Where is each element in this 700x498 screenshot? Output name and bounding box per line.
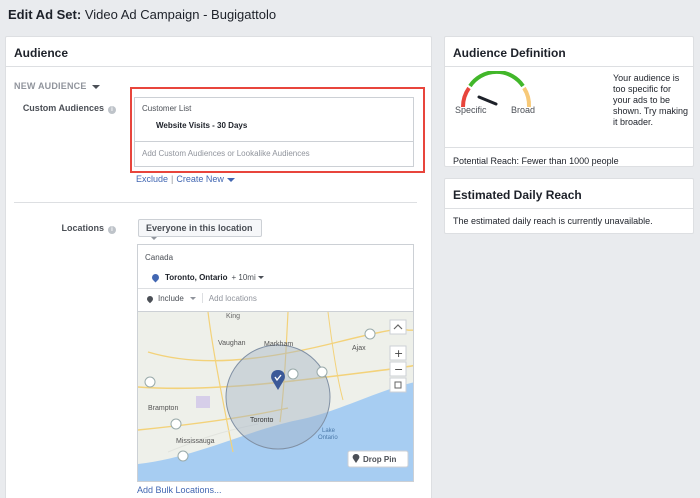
audience-definition-title: Audience Definition xyxy=(445,37,693,67)
zoom-in-icon: + xyxy=(394,347,403,360)
page-header: Edit Ad Set: Video Ad Campaign - Bugigat… xyxy=(0,0,700,30)
locations-divider xyxy=(138,288,413,289)
locations-label: Locations i xyxy=(6,223,116,234)
location-radius[interactable]: + 10mi xyxy=(232,273,256,282)
map-svg[interactable]: King Vaughan Markham Ajax Brampton Toron… xyxy=(138,311,414,482)
page-header-lead: Edit Ad Set: xyxy=(8,7,82,22)
location-city-name: Toronto, Ontario xyxy=(165,273,228,282)
add-locations-input[interactable]: Add locations xyxy=(209,294,257,303)
map-label-vaughan: Vaughan xyxy=(218,340,246,347)
poi-icon xyxy=(144,376,156,388)
audience-definition-body: Specific Broad Your audience is too spec… xyxy=(445,67,693,147)
fit-map-button[interactable] xyxy=(389,377,407,393)
poi-icon xyxy=(177,450,189,462)
gauge-green-segment xyxy=(468,71,525,88)
custom-audience-category: Customer List xyxy=(142,104,192,113)
audience-panel-title: Audience xyxy=(6,37,431,67)
location-country: Canada xyxy=(145,253,174,262)
location-type-select[interactable]: Everyone in this location xyxy=(138,219,262,241)
potential-reach: Potential Reach: Fewer than 1000 people xyxy=(445,147,693,174)
audience-panel: Audience NEW AUDIENCE Custom Audiences i … xyxy=(5,36,432,498)
chevron-down-icon[interactable] xyxy=(257,276,264,280)
input-divider xyxy=(201,293,203,303)
map-label-markham: Markham xyxy=(264,341,293,348)
gauge-needle xyxy=(477,95,498,106)
chevron-down-icon xyxy=(151,237,157,241)
location-pin-icon xyxy=(145,294,155,304)
location-city-item[interactable]: Toronto, Ontario + 10mi xyxy=(150,272,264,283)
custom-audiences-box: Customer List Website Visits - 30 Days A… xyxy=(134,97,414,167)
gauge-broad-label: Broad xyxy=(511,105,536,115)
include-row: Include Add locations xyxy=(145,293,257,304)
custom-audience-item[interactable]: Website Visits - 30 Days xyxy=(156,121,406,130)
map-label-brampton: Brampton xyxy=(148,405,178,412)
exclude-link[interactable]: Exclude xyxy=(136,174,168,184)
gauge-specific-label: Specific xyxy=(455,105,487,115)
link-separator: | xyxy=(171,174,174,184)
audience-definition-message: Your audience is too specific for your a… xyxy=(613,73,689,127)
poi-icon xyxy=(170,418,182,430)
drop-pin-label: Drop Pin xyxy=(363,455,396,464)
locations-box: Canada Toronto, Ontario + 10mi Include Add… xyxy=(137,244,414,482)
map-zoom-controls: + − xyxy=(389,319,407,393)
estimated-daily-reach-title: Estimated Daily Reach xyxy=(445,179,693,209)
audience-definition-panel: Audience Definition Specific Broad Your … xyxy=(444,36,694,167)
info-icon[interactable]: i xyxy=(108,226,116,234)
map-label-toronto: Toronto xyxy=(250,417,273,424)
custom-audiences-label: Custom Audiences i xyxy=(6,103,116,114)
map-label-king: King xyxy=(226,313,240,320)
location-pin-icon xyxy=(150,272,161,283)
section-divider xyxy=(14,202,417,203)
create-new-link[interactable]: Create New xyxy=(176,174,224,184)
map-label-ajax: Ajax xyxy=(352,345,366,352)
page-title: Video Ad Campaign - Bugigattolo xyxy=(84,7,277,22)
radius-circle xyxy=(225,344,331,450)
poi-icon xyxy=(364,328,376,340)
chevron-down-icon xyxy=(226,177,235,182)
map-up-button[interactable] xyxy=(389,319,407,335)
custom-audiences-input[interactable]: Add Custom Audiences or Lookalike Audien… xyxy=(135,142,413,165)
location-map[interactable]: King Vaughan Markham Ajax Brampton Toron… xyxy=(138,311,414,482)
chevron-down-icon xyxy=(91,84,100,89)
map-label-lake: Lake xyxy=(322,428,336,434)
map-label-mississauga: Mississauga xyxy=(176,438,215,445)
new-audience-dropdown[interactable]: NEW AUDIENCE xyxy=(14,81,100,91)
estimated-daily-reach-message: The estimated daily reach is currently u… xyxy=(453,216,653,226)
estimated-daily-reach-panel: Estimated Daily Reach The estimated dail… xyxy=(444,178,694,234)
zoom-out-icon: − xyxy=(394,363,403,376)
map-label-ontario: Ontario xyxy=(318,435,338,441)
info-icon[interactable]: i xyxy=(108,106,116,114)
add-bulk-locations-link[interactable]: Add Bulk Locations... xyxy=(137,485,222,495)
poi-icon xyxy=(316,366,328,378)
chevron-down-icon[interactable] xyxy=(189,297,196,301)
drop-pin-button[interactable]: Drop Pin xyxy=(347,450,409,468)
location-type-value: Everyone in this location xyxy=(146,223,253,233)
include-dropdown[interactable]: Include xyxy=(158,294,184,303)
new-audience-label: NEW AUDIENCE xyxy=(14,81,87,91)
poi-icon xyxy=(287,368,299,380)
custom-audiences-links: Exclude | Create New xyxy=(136,174,235,184)
map-region xyxy=(196,396,210,408)
